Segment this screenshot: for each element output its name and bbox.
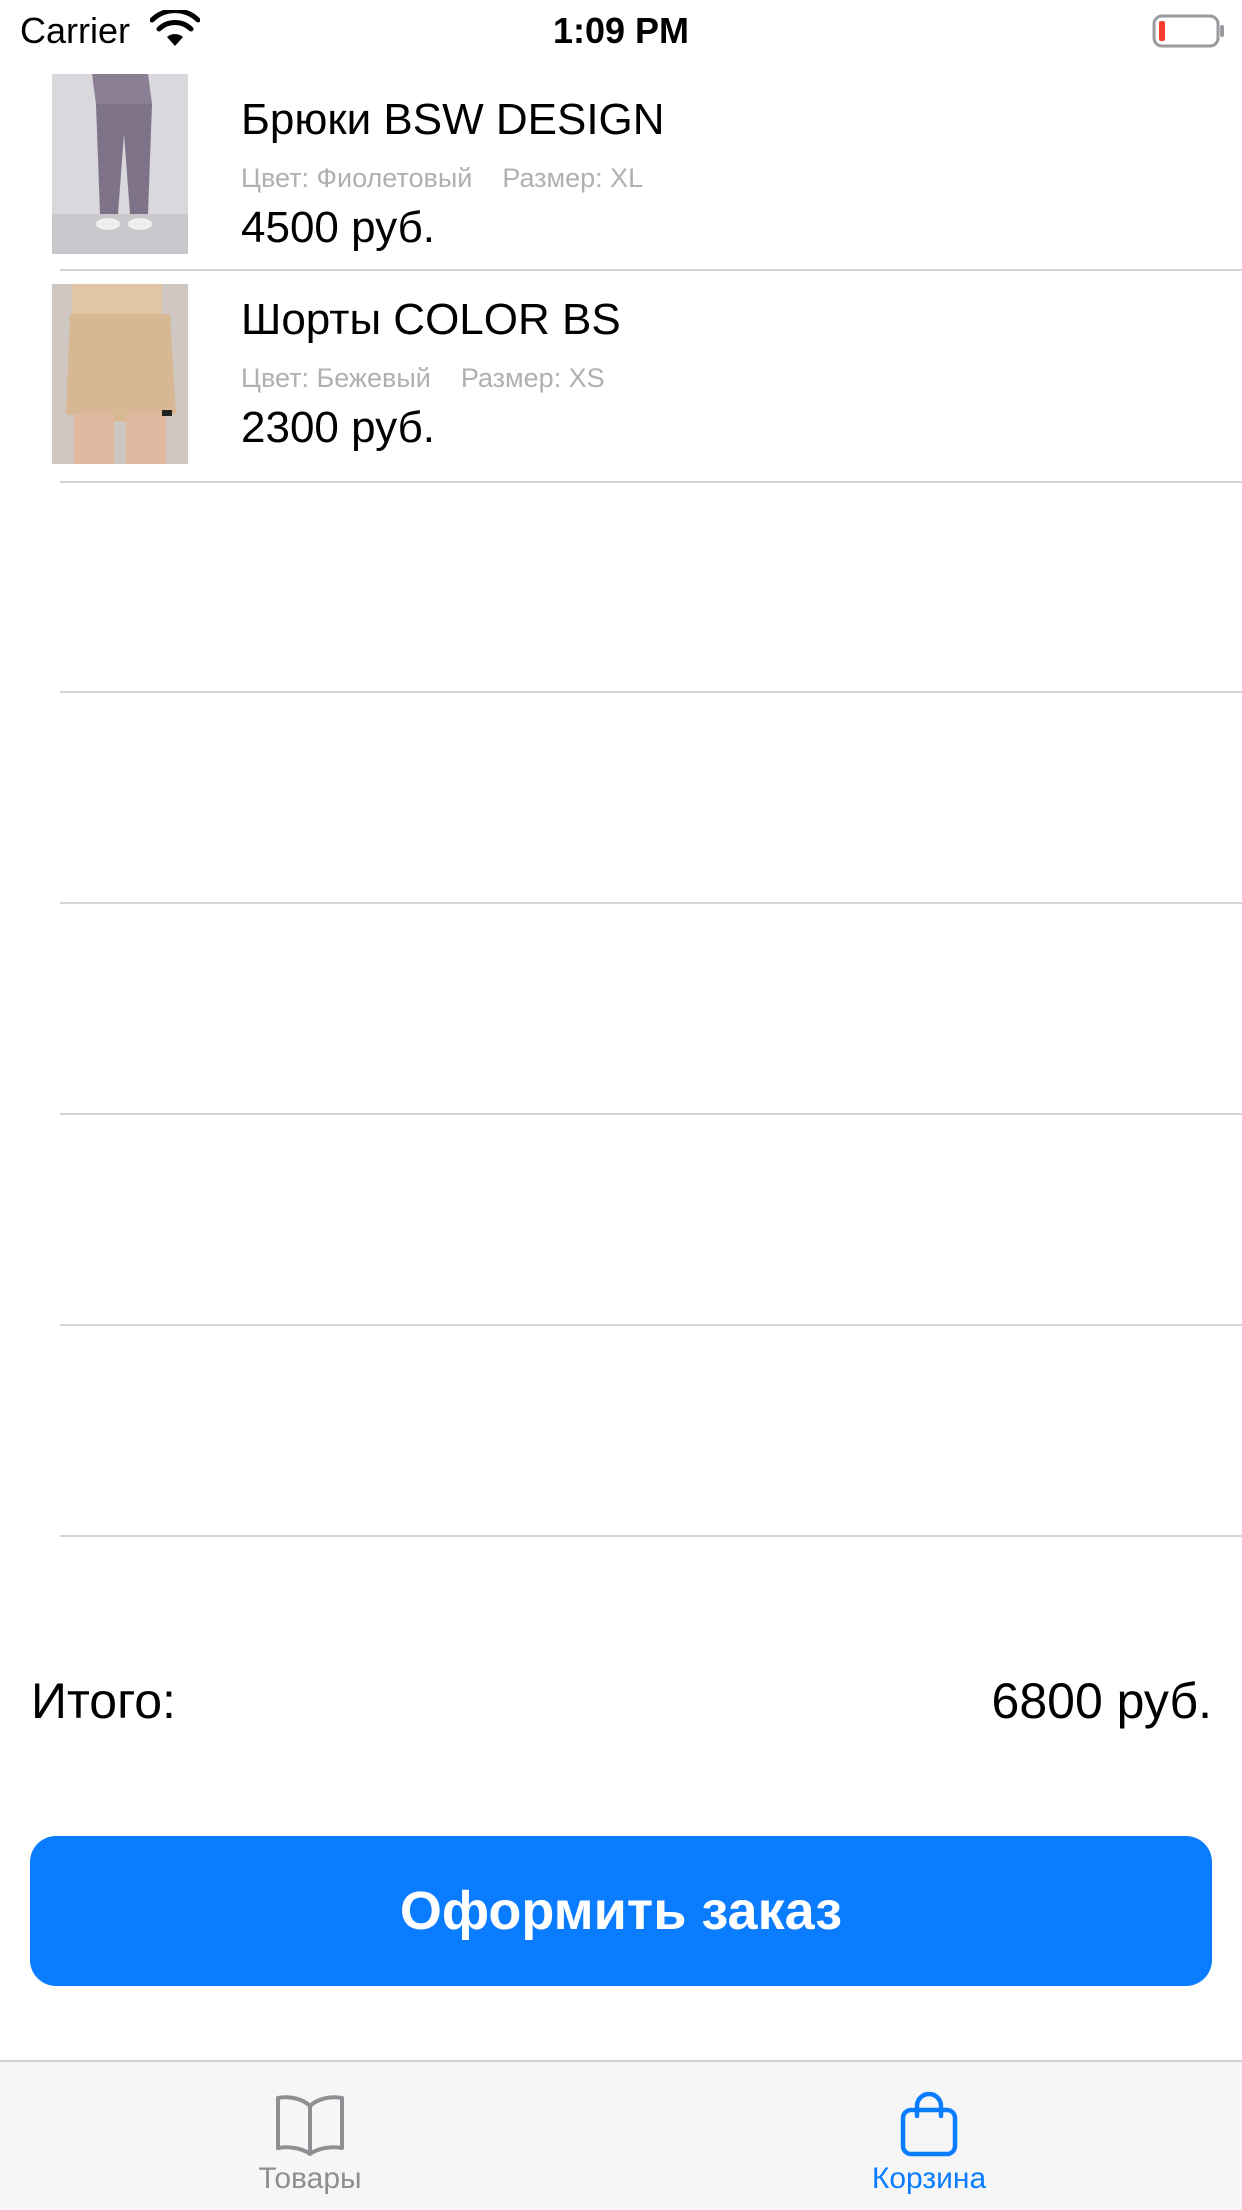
- cart-item[interactable]: Шорты COLOR BS Цвет: Бежевый Размер: XS 2…: [0, 273, 1242, 484]
- cart-item[interactable]: Брюки BSW DESIGN Цвет: Фиолетовый Размер:…: [0, 62, 1242, 273]
- product-attributes: Цвет: Фиолетовый Размер: XL: [241, 162, 643, 194]
- row-divider: [60, 481, 1242, 483]
- product-color: Цвет: Фиолетовый: [241, 163, 473, 193]
- tab-products[interactable]: Товары: [110, 2062, 510, 2210]
- row-divider: [60, 1535, 1242, 1537]
- product-color: Цвет: Бежевый: [241, 363, 431, 393]
- battery-low-icon: [1152, 14, 1224, 48]
- shopping-bag-icon: [900, 2092, 958, 2157]
- product-image: [52, 74, 188, 254]
- product-size: Размер: XL: [502, 163, 644, 193]
- cart-list[interactable]: Брюки BSW DESIGN Цвет: Фиолетовый Размер:…: [0, 62, 1242, 1542]
- row-divider: [60, 1113, 1242, 1115]
- total-label: Итого:: [31, 1673, 176, 1729]
- row-divider: [60, 902, 1242, 904]
- product-price: 4500 руб.: [241, 203, 436, 252]
- product-attributes: Цвет: Бежевый Размер: XS: [241, 362, 605, 394]
- status-bar: Carrier 1:09 PM: [0, 0, 1242, 62]
- book-icon: [276, 2095, 344, 2156]
- product-size: Размер: XS: [460, 363, 605, 393]
- total-value: 6800 руб.: [991, 1673, 1212, 1729]
- product-price: 2300 руб.: [241, 403, 436, 452]
- tab-bar: Товары Корзина: [0, 2060, 1242, 2210]
- tab-label: Корзина: [871, 2162, 987, 2195]
- clock: 1:09 PM: [552, 10, 690, 51]
- product-image: [52, 284, 188, 464]
- product-name: Шорты COLOR BS: [241, 295, 621, 344]
- checkout-button[interactable]: Оформить заказ: [30, 1836, 1212, 1986]
- product-name: Брюки BSW DESIGN: [241, 95, 665, 144]
- row-divider: [60, 691, 1242, 693]
- tab-label: Товары: [258, 2162, 362, 2195]
- tab-cart[interactable]: Корзина: [729, 2062, 1129, 2210]
- row-divider: [60, 1324, 1242, 1326]
- row-divider: [60, 269, 1242, 271]
